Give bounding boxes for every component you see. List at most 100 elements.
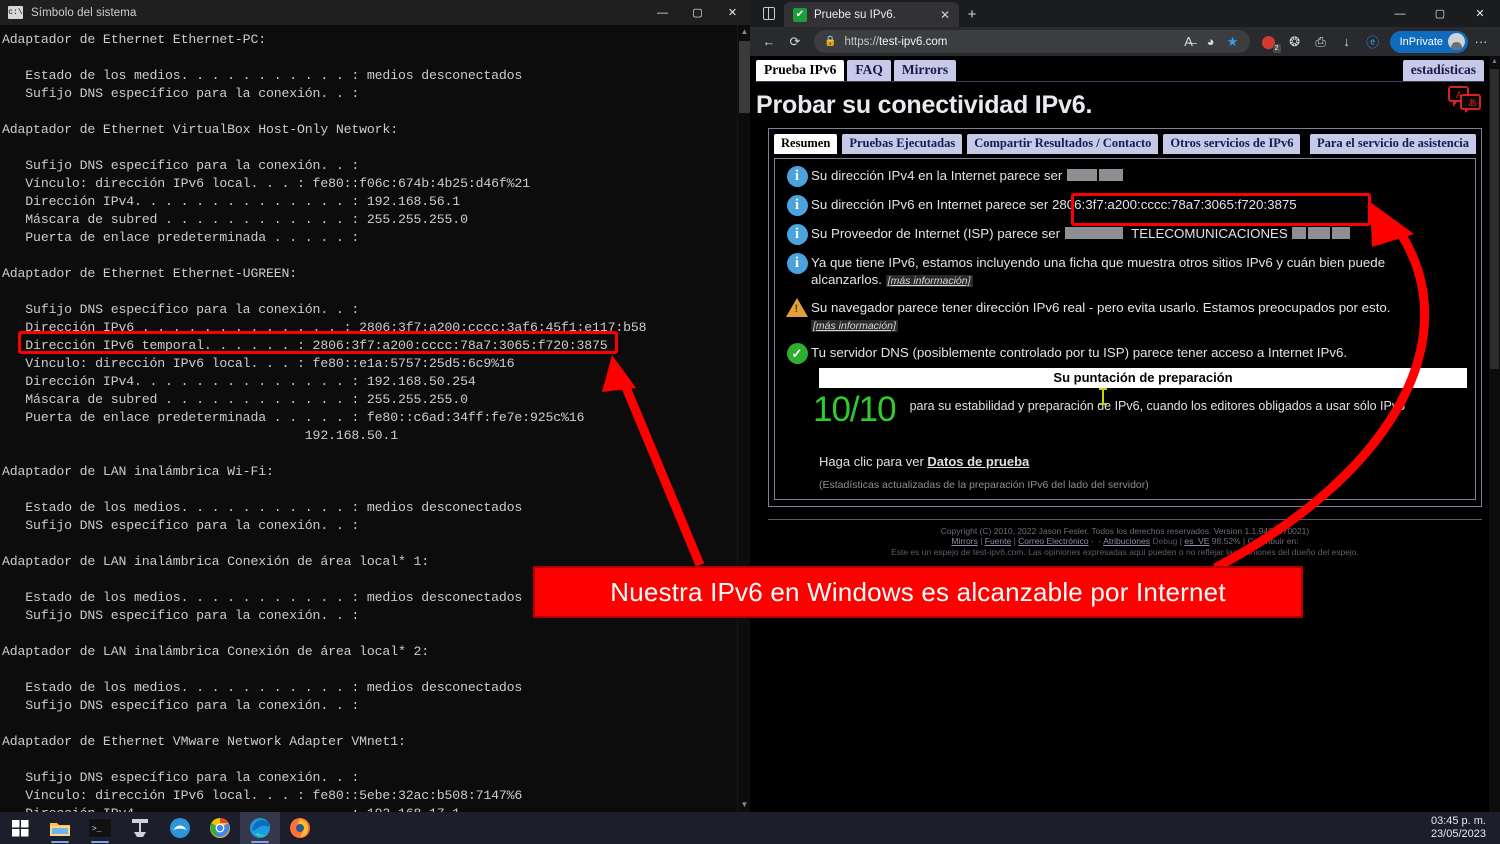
dns-text: Tu servidor DNS (posiblemente controlado… bbox=[811, 345, 1348, 360]
browser-close-button[interactable]: ✕ bbox=[1460, 0, 1500, 27]
ipv4-text: Su dirección IPv4 en la Internet parece … bbox=[811, 168, 1066, 183]
favorite-star-icon[interactable]: ★ bbox=[1222, 30, 1244, 54]
more-info-link-ficha[interactable]: [más información] bbox=[885, 275, 973, 287]
cmd-scroll-thumb[interactable] bbox=[739, 41, 750, 113]
text-cursor bbox=[1099, 388, 1107, 405]
start-button[interactable] bbox=[0, 812, 40, 844]
app-blue-icon[interactable] bbox=[160, 812, 200, 844]
extension-badge-count: 2 bbox=[1272, 43, 1281, 53]
taskbar-clock[interactable]: 03:45 p. m. 23/05/2023 bbox=[1431, 815, 1500, 841]
clock-time: 03:45 p. m. bbox=[1430, 815, 1486, 827]
file-explorer-icon[interactable] bbox=[40, 812, 80, 844]
screen: c:\ Símbolo del sistema — ▢ ✕ Adaptador … bbox=[0, 0, 1500, 844]
avatar bbox=[1448, 33, 1465, 50]
footer-link-correo[interactable]: Correo Electrónico bbox=[1018, 536, 1088, 546]
score-title: Su puntación de preparación bbox=[819, 368, 1467, 388]
cmd-title-bar: c:\ Símbolo del sistema — ▢ ✕ bbox=[0, 0, 750, 25]
more-settings-icon[interactable]: ··· bbox=[1468, 30, 1494, 54]
translate-icon[interactable]: A あ bbox=[1448, 86, 1482, 119]
result-row-ipv4: i Su dirección IPv4 en la Internet parec… bbox=[783, 165, 1471, 187]
read-aloud-icon[interactable]: A̶ bbox=[1178, 30, 1200, 54]
browser-minimize-button[interactable]: — bbox=[1380, 0, 1420, 27]
redacted-ipv4 bbox=[1067, 169, 1097, 181]
page-scroll-thumb[interactable] bbox=[1490, 69, 1499, 369]
isp-name: TELECOMUNICACIONES bbox=[1131, 226, 1288, 241]
footer-mirror-note: Este es un espejo de test-ipv6.com. Las … bbox=[891, 547, 1359, 557]
scroll-down-icon[interactable]: ▼ bbox=[738, 798, 750, 812]
site-tab-mirrors[interactable]: Mirrors bbox=[893, 60, 957, 81]
footer-link-atribuciones[interactable]: Atribuciones bbox=[1103, 536, 1150, 546]
site-tab-faq[interactable]: FAQ bbox=[847, 60, 891, 81]
command-prompt-icon[interactable]: >_ bbox=[80, 812, 120, 844]
page-title: Probar su conectividad IPv6. bbox=[756, 91, 1093, 119]
svg-text:あ: あ bbox=[1468, 98, 1477, 108]
page-scroll-up-icon[interactable]: ▲ bbox=[1489, 56, 1500, 68]
footer-link-mirrors[interactable]: Mirrors bbox=[951, 536, 977, 546]
isp-text: Su Proveedor de Internet (ISP) parece se… bbox=[811, 226, 1064, 241]
ipv6-value: 2806:3f7:a200:cccc:78a7:3065:f720:3875 bbox=[1051, 197, 1297, 212]
cmd-minimize-button[interactable]: — bbox=[645, 0, 680, 25]
browser-tab[interactable]: ✔ Pruebe su IPv6. ✕ bbox=[784, 2, 959, 27]
footer-links: Mirrors | Fuente | Correo Electrónico - … bbox=[951, 536, 1299, 546]
redacted-ipv4-b bbox=[1099, 169, 1123, 181]
taskbar-underline bbox=[51, 841, 69, 843]
score-section: 10/10 para su estabilidad y preparación … bbox=[793, 390, 1471, 428]
site-link-estadisticas[interactable]: estadísticas bbox=[1402, 60, 1484, 81]
page-scrollbar[interactable]: ▲ bbox=[1489, 56, 1500, 812]
extensions-icon[interactable]: ⬤ 2 bbox=[1256, 30, 1282, 54]
results-container: Resumen Pruebas Ejecutadas Compartir Res… bbox=[768, 128, 1482, 507]
cmd-output-area: Adaptador de Ethernet Ethernet-PC: Estad… bbox=[0, 25, 750, 812]
annotation-banner-text: Nuestra IPv6 en Windows es alcanzable po… bbox=[610, 576, 1226, 607]
downloads-icon[interactable]: ↓ bbox=[1334, 30, 1360, 54]
redacted-isp-c bbox=[1307, 227, 1330, 239]
result-tab-resumen[interactable]: Resumen bbox=[774, 134, 838, 154]
result-row-ficha: i Ya que tiene IPv6, estamos incluyendo … bbox=[783, 252, 1471, 290]
footer-copyright: Copyright (C) 2010, 2022 Jason Fesler. T… bbox=[940, 526, 1310, 536]
footer-pct: 98.52% bbox=[1211, 536, 1241, 546]
browser-toolbar: ← ⟳ 🔒 https://test-ipv6.com A̶ ◕ ★ ⬤ 2 ❂… bbox=[750, 27, 1500, 56]
result-row-ipv6: i Su dirección IPv6 en Internet parece s… bbox=[783, 194, 1471, 216]
reload-icon[interactable]: ⟳ bbox=[782, 30, 808, 54]
result-tab-otros-servicios[interactable]: Otros servicios de IPv6 bbox=[1163, 134, 1301, 154]
redacted-isp-d bbox=[1331, 227, 1350, 239]
result-tabs: Resumen Pruebas Ejecutadas Compartir Res… bbox=[774, 134, 1476, 154]
copilot-edge-icon[interactable]: ⓔ bbox=[1360, 30, 1386, 54]
cmd-close-button[interactable]: ✕ bbox=[715, 0, 750, 25]
tab-actions-icon[interactable] bbox=[754, 0, 784, 27]
microsoft-edge-icon[interactable] bbox=[240, 812, 280, 844]
firefox-browser-icon[interactable] bbox=[280, 812, 320, 844]
back-icon[interactable]: ← bbox=[756, 30, 782, 54]
browser-essentials-icon[interactable]: ❂ bbox=[1282, 30, 1308, 54]
page-footer: Copyright (C) 2010, 2022 Jason Fesler. T… bbox=[768, 519, 1482, 558]
cmd-scrollbar[interactable]: ▲ ▼ bbox=[737, 25, 750, 812]
footer-link-debug[interactable]: Debug bbox=[1152, 536, 1177, 546]
result-tab-pruebas-ejecutadas[interactable]: Pruebas Ejecutadas bbox=[842, 134, 963, 154]
success-icon: ✓ bbox=[783, 342, 811, 364]
result-row-dns: ✓ Tu servidor DNS (posiblemente controla… bbox=[783, 342, 1471, 364]
click-prefix: Haga clic para ver bbox=[819, 454, 928, 469]
site-tab-prueba-ipv6[interactable]: Prueba IPv6 bbox=[756, 60, 845, 81]
address-bar[interactable]: 🔒 https://test-ipv6.com A̶ ◕ ★ bbox=[814, 30, 1250, 53]
result-row-isp: i Su Proveedor de Internet (ISP) parece … bbox=[783, 223, 1471, 245]
cmd-maximize-button[interactable]: ▢ bbox=[680, 0, 715, 25]
tab-strip: ✔ Pruebe su IPv6. ✕ + — ▢ ✕ bbox=[750, 0, 1500, 27]
test-data-line: Haga clic para ver Datos de prueba bbox=[819, 454, 1471, 469]
footer-link-locale[interactable]: es_VE bbox=[1184, 536, 1209, 546]
collections-icon[interactable]: ⎙ bbox=[1308, 30, 1334, 54]
scroll-up-icon[interactable]: ▲ bbox=[738, 25, 750, 39]
more-info-link-navegador[interactable]: [más información] bbox=[811, 320, 898, 332]
inprivate-profile-button[interactable]: InPrivate bbox=[1389, 30, 1468, 53]
pinned-tool-icon[interactable] bbox=[120, 812, 160, 844]
new-tab-button[interactable]: + bbox=[959, 2, 985, 27]
footer-link-fuente[interactable]: Fuente bbox=[985, 536, 1011, 546]
ipv6-text: Su dirección IPv6 en Internet parece ser bbox=[811, 197, 1052, 212]
result-tab-asistencia[interactable]: Para el servicio de asistencia bbox=[1309, 134, 1476, 154]
taskbar-underline bbox=[251, 841, 269, 843]
result-tab-compartir-resultados[interactable]: Compartir Resultados / Contacto bbox=[967, 134, 1159, 154]
shopping-icon[interactable]: ◕ bbox=[1200, 30, 1222, 54]
test-data-link[interactable]: Datos de prueba bbox=[927, 454, 1029, 469]
browser-maximize-button[interactable]: ▢ bbox=[1420, 0, 1460, 27]
google-chrome-icon[interactable] bbox=[200, 812, 240, 844]
tab-close-icon[interactable]: ✕ bbox=[937, 8, 953, 22]
score-value: 10/10 bbox=[813, 390, 897, 429]
